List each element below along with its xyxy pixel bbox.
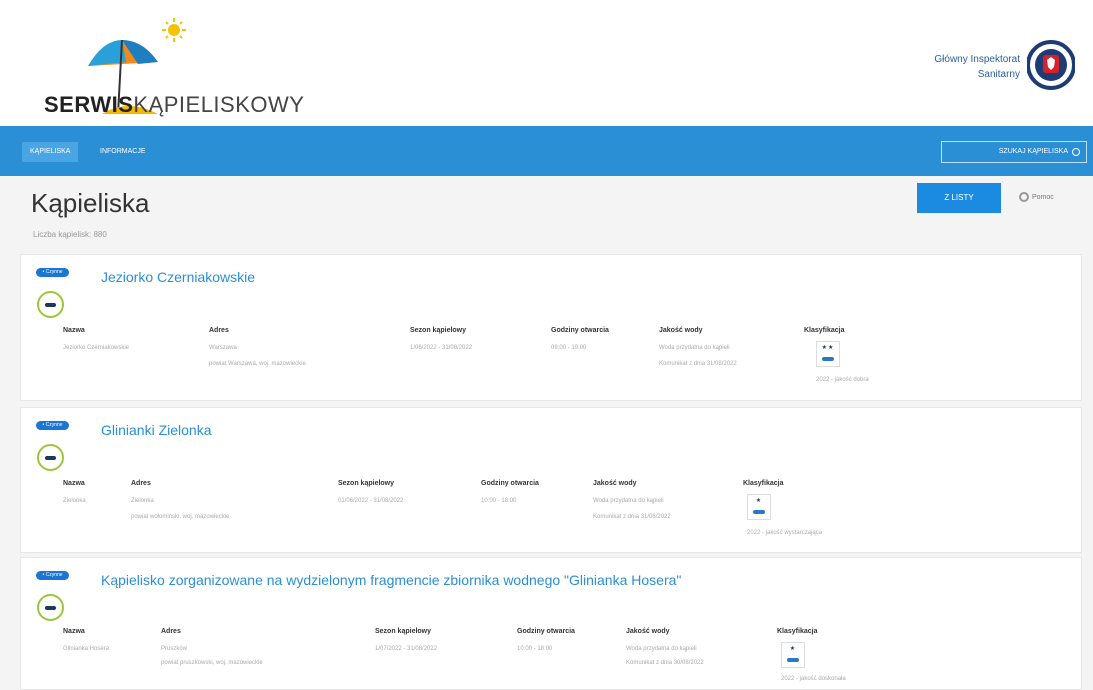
classification-label: Klasyfikacja (777, 628, 818, 635)
card-title[interactable]: Jeziorko Czerniakowskie (101, 269, 255, 285)
name-label: Nazwa (63, 327, 85, 334)
site-logo[interactable]: SERWISKĄPIELISKOWY (18, 10, 318, 120)
address-label: Adres (161, 628, 181, 635)
quality-notice: Komunikat z dnia 30/08/2022 (626, 660, 704, 666)
name-label: Nazwa (63, 480, 85, 487)
swimmer-icon (787, 658, 799, 662)
quality-label: Jakość wody (593, 480, 637, 487)
swimmer-icon (822, 357, 834, 361)
classification-text: 2022 - jakość dobra (816, 377, 869, 383)
name-value: Jeziorko Czerniakowskie (63, 345, 130, 351)
name-label: Nazwa (63, 628, 85, 635)
card-title[interactable]: Glinianki Zielonka (101, 422, 212, 438)
list-button[interactable]: Z listy (917, 183, 1001, 213)
search-button[interactable]: Szukaj kąpieliska (941, 141, 1087, 163)
gear-icon (1019, 192, 1029, 202)
search-icon (1072, 148, 1080, 156)
classification-label: Klasyfikacja (804, 327, 845, 334)
quality-status: Woda przydatna do kąpieli (659, 345, 730, 351)
gis-name[interactable]: Główny Inspektorat Sanitarny (900, 52, 1020, 82)
classification-badge: ★ (747, 494, 771, 520)
help-label: Pomoc (1032, 193, 1054, 201)
bathing-card: • Czynne Glinianki Zielonka Nazwa Zielon… (20, 407, 1082, 553)
gis-emblem-icon[interactable] (1027, 40, 1075, 90)
help-link[interactable]: Pomoc (1019, 192, 1054, 202)
logo-bold: SERWIS (44, 92, 134, 117)
hours-value: 10:00 - 18:00 (481, 498, 517, 504)
name-value: Zielonka (63, 498, 86, 504)
card-title[interactable]: Kąpielisko zorganizowane na wydzielonym … (101, 572, 681, 588)
gis-line-2: Sanitarny (977, 69, 1020, 80)
swimmer-icon (753, 510, 765, 514)
swimmer-icon (37, 291, 64, 318)
address-region: powiat Warszawa, woj. mazowieckie (209, 361, 306, 367)
address-region: powiat wołomiński, woj. mazowieckie (131, 514, 230, 520)
bathing-count: Liczba kąpielisk: 880 (33, 230, 107, 239)
season-label: Sezon kąpielowy (375, 628, 432, 635)
bathing-card: • Czynne Jeziorko Czerniakowskie Nazwa J… (20, 254, 1082, 401)
address-city: Zielonka (131, 498, 154, 504)
quality-status: Woda przydatna do kąpieli (626, 646, 697, 652)
site-header: SERWISKĄPIELISKOWY Główny Inspektorat Sa… (0, 0, 1093, 126)
classification-badge: ★ (781, 642, 805, 668)
nav-item-kapieliska[interactable]: Kąpieliska (22, 142, 79, 162)
season-label: Sezon kąpielowy (338, 480, 395, 487)
stars-icon: ★ (789, 646, 797, 652)
season-value: 1/07/2022 - 31/08/2022 (375, 646, 438, 652)
bathing-card: • Czynne Kąpielisko zorganizowane na wyd… (20, 557, 1082, 690)
hours-value: 10:00 - 18:00 (517, 646, 553, 652)
classification-badge: ★★ (816, 341, 840, 367)
status-badge: • Czynne (36, 268, 69, 277)
stars-icon: ★ (755, 498, 763, 504)
nav-item-informacje[interactable]: Informacje (92, 142, 154, 162)
quality-status: Woda przydatna do kąpieli (593, 498, 664, 504)
swimmer-icon (37, 594, 64, 621)
stars-icon: ★★ (821, 345, 835, 351)
quality-label: Jakość wody (659, 327, 703, 334)
gis-line-1: Główny Inspektorat (934, 54, 1020, 65)
address-city: Warszawa (209, 345, 237, 351)
name-value: Glinianka Hosera (63, 646, 110, 652)
season-label: Sezon kąpielowy (410, 327, 467, 334)
logo-wordmark: SERWISKĄPIELISKOWY (44, 92, 304, 118)
address-city: Pruszków (161, 646, 188, 652)
quality-notice: Komunikat z dnia 31/08/2022 (593, 514, 671, 520)
hours-value: 09:00 - 19:00 (551, 345, 587, 351)
classification-label: Klasyfikacja (743, 480, 784, 487)
season-value: 01/06/2022 - 31/08/2022 (338, 498, 404, 504)
quality-notice: Komunikat z dnia 31/08/2022 (659, 361, 737, 367)
logo-light: KĄPIELISKOWY (133, 92, 305, 117)
season-value: 1/06/2022 - 31/08/2022 (410, 345, 473, 351)
address-label: Adres (209, 327, 229, 334)
quality-label: Jakość wody (626, 628, 670, 635)
main-nav: Kąpieliska Informacje Szukaj kąpieliska (0, 126, 1093, 176)
search-label: Szukaj kąpieliska (998, 148, 1068, 155)
page-title: Kąpieliska (31, 188, 150, 218)
address-region: powiat pruszkowski, woj. mazowieckie (161, 660, 263, 666)
hours-label: Godziny otwarcia (481, 480, 539, 487)
classification-text: 2022 - jakość wystarczająca (747, 530, 823, 536)
address-label: Adres (131, 480, 151, 487)
hours-label: Godziny otwarcia (551, 327, 609, 334)
status-badge: • Czynne (36, 571, 69, 580)
classification-text: 2022 - jakość doskonała (781, 676, 846, 682)
hours-label: Godziny otwarcia (517, 628, 575, 635)
swimmer-icon (37, 444, 64, 471)
status-badge: • Czynne (36, 421, 69, 430)
